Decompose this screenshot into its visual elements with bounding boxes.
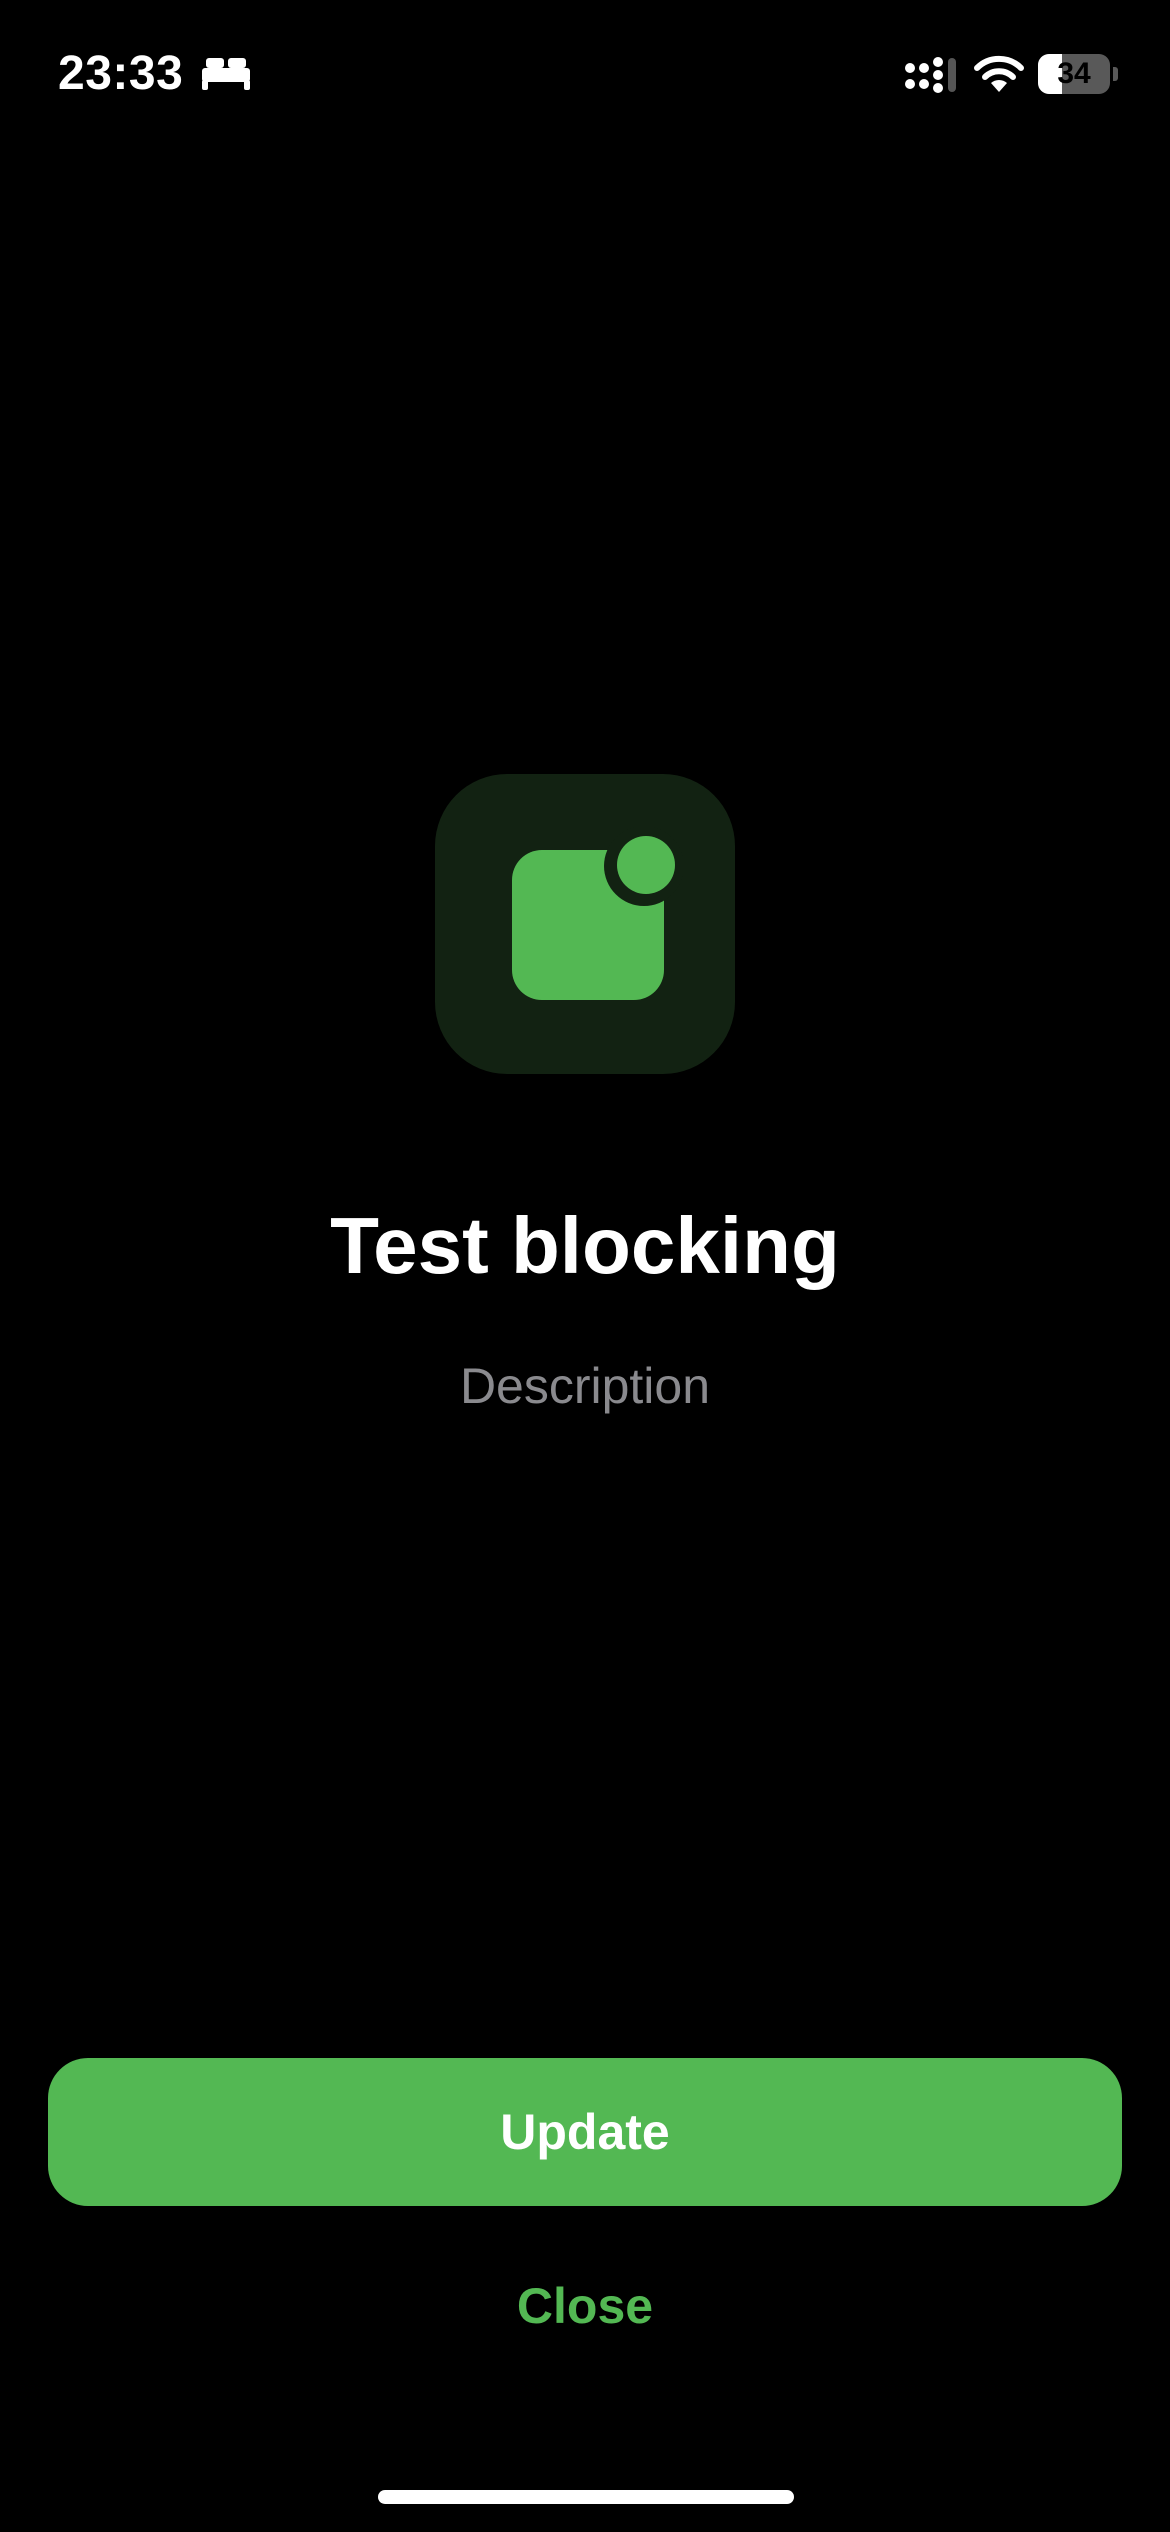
battery-percent: 34 [1057, 57, 1091, 90]
battery-cap [1113, 67, 1118, 81]
notification-badge-icon [512, 826, 684, 1000]
app-icon [435, 774, 735, 1074]
close-button[interactable]: Close [385, 2266, 785, 2346]
cellular-signal-icon [905, 57, 956, 93]
status-time: 23:33 [58, 47, 184, 100]
page-description: Description [459, 1358, 711, 1414]
home-indicator[interactable] [378, 2490, 794, 2504]
update-button[interactable]: Update [48, 2058, 1122, 2206]
page-title: Test blocking [330, 1201, 840, 1290]
battery-indicator: 34 [1038, 54, 1118, 94]
wifi-icon [974, 55, 1024, 92]
status-bar: 23:33 34 [0, 0, 1170, 150]
bed-icon [202, 58, 250, 90]
battery-body: 34 [1038, 54, 1110, 94]
